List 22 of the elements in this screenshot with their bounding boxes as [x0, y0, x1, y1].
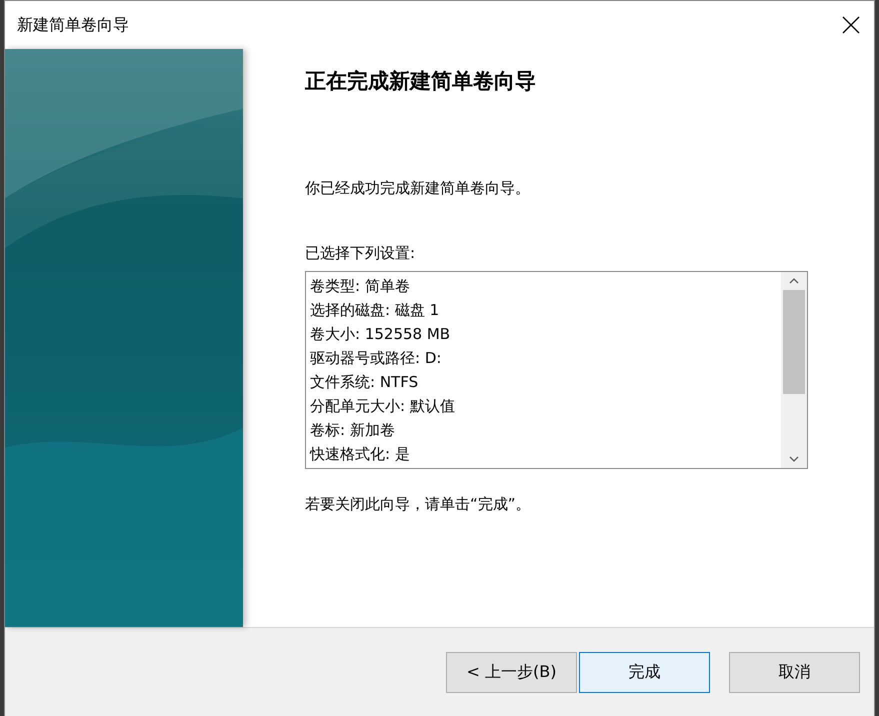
wizard-button[interactable]: < 上一步(B) — [446, 652, 577, 692]
setting-line: 卷标: 新加卷 — [310, 420, 396, 441]
closing-text: 若要关闭此向导，请单击“完成”。 — [305, 495, 532, 514]
close-icon[interactable] — [842, 16, 860, 34]
scroll-up-icon[interactable] — [789, 278, 799, 284]
scroll-down-icon[interactable] — [789, 456, 799, 462]
intro-text: 你已经成功完成新建简单卷向导。 — [305, 179, 531, 198]
window-title: 新建简单卷向导 — [17, 14, 129, 36]
wizard-button[interactable]: 完成 — [579, 652, 710, 692]
setting-line: 分配单元大小: 默认值 — [310, 396, 456, 417]
setting-line: 选择的磁盘: 磁盘 1 — [310, 300, 440, 321]
setting-line: 文件系统: NTFS — [310, 372, 420, 393]
setting-line: 卷大小: 152558 MB — [310, 324, 452, 345]
settings-label: 已选择下列设置: — [305, 244, 416, 263]
scroll-thumb[interactable] — [783, 290, 805, 394]
setting-line: 驱动器号或路径: D: — [310, 348, 442, 369]
setting-line: 快速格式化: 是 — [310, 444, 411, 465]
wizard-heading: 正在完成新建简单卷向导 — [305, 68, 537, 95]
wizard-button[interactable]: 取消 — [729, 652, 860, 692]
setting-line: 卷类型: 简单卷 — [310, 276, 411, 297]
scrollbar[interactable] — [781, 272, 807, 468]
settings-list[interactable]: 卷类型: 简单卷 选择的磁盘: 磁盘 1 卷大小: 152558 MB 驱动器号或路径: D: 文件系统: NTFS 分配单元大小: 默认值 卷标: 新加卷 快速格式化: 是 — [305, 271, 808, 469]
